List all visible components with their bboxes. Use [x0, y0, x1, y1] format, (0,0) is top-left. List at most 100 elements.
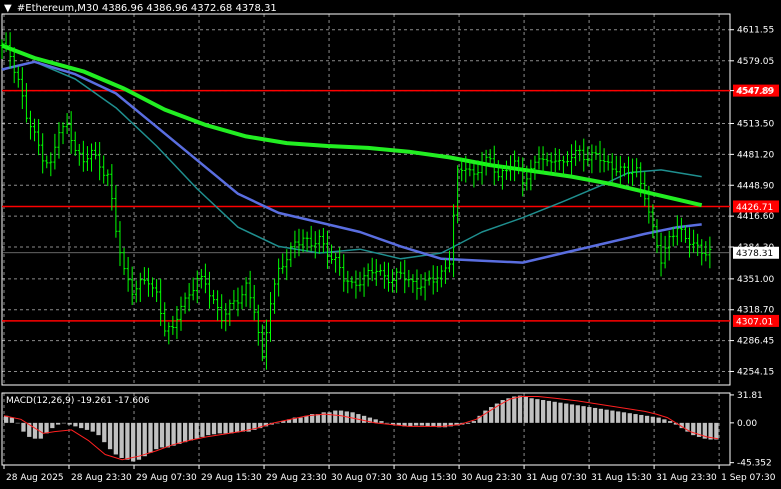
macd-bar	[119, 422, 124, 458]
macd-bar	[200, 422, 205, 437]
macd-bar	[587, 407, 592, 423]
macd-bar	[558, 402, 563, 423]
macd-bar	[9, 417, 15, 423]
macd-bar	[413, 422, 419, 426]
macd-tick-label: 0.00	[737, 419, 757, 429]
y-tick-label: 4254.15	[737, 367, 774, 377]
x-tick-label: 30 Aug 07:30	[331, 473, 392, 483]
macd-bar	[177, 422, 182, 444]
macd-bar	[425, 422, 430, 427]
macd-bar	[44, 422, 49, 434]
time-axis: 28 Aug 2025 28 Aug 23:30 29 Aug 07:30 29 Au…	[3, 465, 776, 483]
price-level-label: 4307.01	[736, 317, 773, 327]
macd-bar	[362, 415, 367, 423]
macd-bar	[564, 403, 569, 423]
macd-bar	[171, 422, 176, 446]
macd-bar	[529, 398, 534, 423]
macd-bar	[541, 400, 546, 423]
macd-bar	[408, 422, 413, 427]
macd-bar	[113, 422, 118, 455]
x-tick-label: 29 Aug 07:30	[136, 473, 197, 483]
macd-bar	[650, 416, 655, 423]
macd-bar	[644, 415, 650, 423]
horizontal-levels: 4547.894426.714307.014378.31	[2, 84, 779, 327]
macd-bar	[592, 407, 598, 423]
x-tick-label: 1 Sep 07:30	[721, 473, 776, 483]
x-tick-label: 31 Aug 23:30	[656, 473, 717, 483]
macd-bar	[55, 422, 61, 425]
macd-bar	[633, 414, 638, 423]
macd-bar	[327, 412, 332, 423]
x-tick-label: 29 Aug 15:30	[201, 473, 262, 483]
macd-bar	[211, 422, 217, 435]
symbol-label: #Ethereum,M30	[16, 3, 99, 14]
macd-bar	[535, 399, 540, 423]
y-tick-label: 4318.70	[737, 306, 774, 316]
ohlc-values: 4386.96 4386.96 4372.68 4378.31	[101, 3, 277, 14]
macd-bar	[546, 400, 552, 423]
macd-bar	[136, 422, 142, 460]
macd-bar	[668, 421, 673, 423]
macd-bar	[517, 395, 523, 423]
macd-bar	[229, 422, 234, 434]
macd-bar	[639, 414, 644, 423]
macd-bar	[131, 422, 136, 462]
macd-bar	[298, 417, 303, 423]
macd-bar	[15, 422, 20, 424]
x-tick-label: 28 Aug 23:30	[71, 473, 132, 483]
macd-bar	[32, 422, 38, 439]
macd-bar	[506, 398, 511, 423]
macd-bar	[21, 422, 26, 432]
macd-bar	[627, 413, 632, 423]
macd-bar	[419, 422, 425, 426]
macd-bar	[338, 410, 344, 423]
macd-bar	[471, 421, 476, 423]
x-tick-label: 30 Aug 15:30	[396, 473, 457, 483]
y-tick-label: 4416.60	[737, 212, 774, 222]
macd-bar	[604, 409, 609, 423]
macd-tick-label: 31.81	[737, 391, 763, 401]
x-tick-label: 31 Aug 07:30	[526, 473, 587, 483]
macd-bar	[188, 422, 194, 441]
macd-bar	[142, 422, 147, 457]
macd-bar	[183, 422, 188, 443]
y-tick-label: 4351.00	[737, 275, 774, 285]
macd-bar	[379, 421, 384, 423]
macd-tick-label: -45.352	[737, 459, 772, 469]
y-tick-label: 4286.45	[737, 337, 774, 347]
macd-bar	[194, 422, 199, 439]
main-frame	[1, 13, 731, 386]
y-tick-label: 4513.50	[737, 119, 774, 129]
macd-bar	[217, 422, 222, 434]
macd-bar	[67, 422, 72, 425]
macd-bar	[598, 408, 604, 423]
macd-bar	[79, 422, 84, 429]
macd-bar	[465, 422, 471, 424]
macd-bar	[575, 405, 580, 423]
macd-bar	[616, 411, 621, 423]
y-tick-label: 4384.30	[737, 243, 774, 253]
chart-header: ▼ #Ethereum,M30 4386.96 4386.96 4372.68 …	[4, 3, 277, 14]
macd-bar	[148, 422, 153, 453]
y-tick-label: 4448.90	[737, 181, 774, 191]
ma-fast-line	[1, 60, 702, 264]
macd-bar	[61, 422, 67, 424]
macd-bar	[333, 410, 338, 423]
macd-bar	[581, 406, 586, 423]
macd-bar	[234, 422, 240, 433]
macd-bar	[84, 422, 90, 430]
macd-bar	[90, 422, 95, 432]
macd-bar	[206, 422, 211, 436]
menu-arrow-icon[interactable]: ▼	[4, 3, 12, 14]
y-tick-label: 4579.05	[737, 57, 774, 67]
trading-chart[interactable]: 4547.894426.714307.014378.31 4611.55 4579…	[0, 0, 781, 489]
macd-bar	[552, 401, 557, 423]
macd-indicator-label: MACD(12,26,9) -19.261 -17.606	[6, 396, 150, 406]
macd-bar	[356, 414, 361, 423]
y-tick-label: 4481.20	[737, 150, 774, 160]
macd-bar	[304, 415, 309, 423]
macd-bar	[50, 422, 55, 429]
macd-bar	[125, 422, 130, 460]
macd-bar	[569, 404, 575, 423]
macd-bar	[154, 422, 159, 450]
